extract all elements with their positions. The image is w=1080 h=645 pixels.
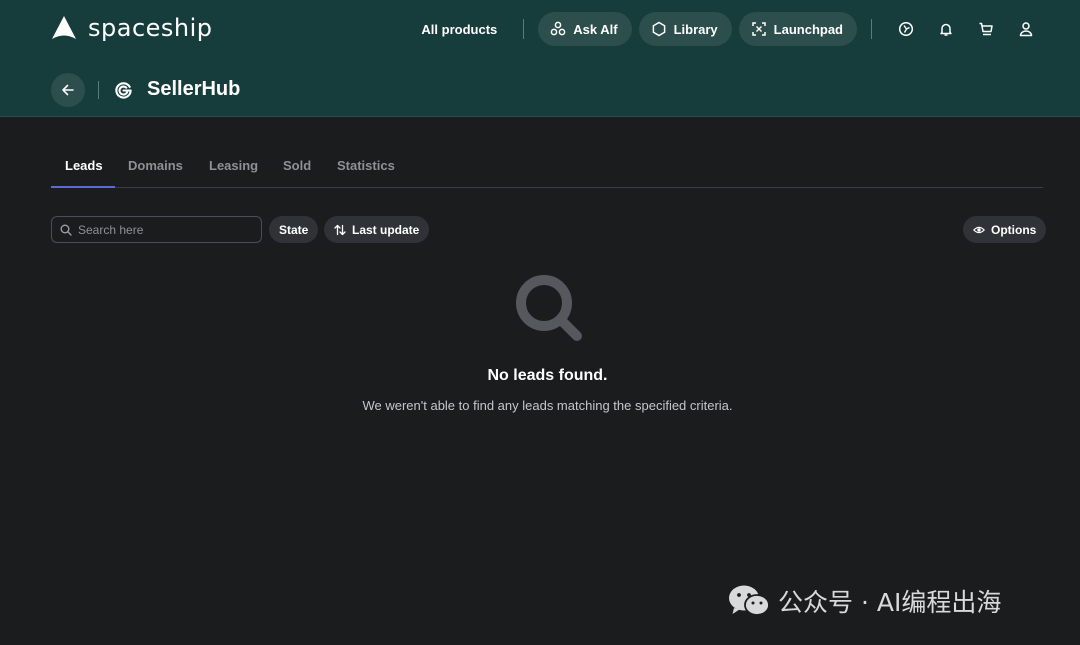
all-products-link[interactable]: All products [421, 22, 497, 37]
compass-icon [898, 21, 914, 37]
sort-arrows-icon [334, 224, 346, 235]
state-filter-button[interactable]: State [269, 216, 319, 243]
state-filter-label: State [279, 222, 309, 237]
page-title: SellerHub [147, 78, 241, 100]
watermark-text: 公众号 · AI编程出海 [778, 588, 1002, 617]
options-button[interactable]: Options [963, 216, 1047, 243]
empty-state-title: No leads found. [487, 367, 608, 384]
sort-last-update-button[interactable]: Last update [324, 216, 430, 243]
launchpad-icon [751, 22, 766, 36]
hexagon-icon [652, 21, 665, 37]
tab-leads[interactable]: Leads [65, 158, 103, 173]
page-header: SellerHub [0, 60, 1080, 117]
tab-statistics[interactable]: Statistics [337, 158, 395, 173]
brand-name: spaceship [88, 14, 213, 42]
tab-bar: Leads Domains Leasing Sold Statistics [51, 150, 1043, 188]
account-button[interactable] [1006, 12, 1046, 46]
notifications-button[interactable] [926, 12, 966, 46]
search-input[interactable] [78, 222, 248, 237]
user-icon [1019, 22, 1033, 37]
tab-leasing[interactable]: Leasing [209, 158, 258, 173]
library-button[interactable]: Library [638, 12, 732, 46]
watermark: 公众号 · AI编程出海 [728, 583, 1001, 619]
nav-divider [871, 19, 872, 39]
search-icon [60, 224, 72, 236]
active-tab-indicator [51, 186, 115, 188]
top-nav: All products Ask Alf Library Launchpad [421, 12, 1046, 46]
app-header: spaceship All products Ask Alf Library L… [0, 0, 1080, 117]
spaceship-logo-icon [52, 16, 76, 39]
arrow-left-icon [62, 84, 74, 96]
options-label: Options [991, 222, 1037, 237]
back-button[interactable] [51, 73, 85, 107]
bell-icon [940, 23, 952, 36]
cart-icon [979, 22, 993, 36]
wechat-icon [729, 585, 770, 616]
launchpad-button[interactable]: Launchpad [738, 12, 857, 46]
ask-alf-label: Ask Alf [573, 21, 618, 37]
tab-sold[interactable]: Sold [283, 158, 311, 173]
launchpad-label: Launchpad [773, 21, 843, 37]
sellerhub-icon [115, 82, 132, 99]
nav-divider [523, 19, 525, 39]
tab-domains[interactable]: Domains [128, 158, 183, 173]
ask-alf-button[interactable]: Ask Alf [538, 12, 632, 46]
cart-button[interactable] [966, 12, 1006, 46]
library-label: Library [673, 21, 718, 37]
eye-icon [973, 226, 985, 233]
compass-button[interactable] [886, 12, 926, 46]
ask-alf-icon [550, 21, 566, 36]
sort-label: Last update [352, 222, 420, 237]
brand-logo[interactable]: spaceship [50, 14, 213, 42]
magnifier-icon [516, 275, 582, 341]
search-box[interactable] [51, 216, 262, 243]
top-bar: spaceship All products Ask Alf Library L… [0, 0, 1080, 60]
header-divider [98, 81, 99, 99]
empty-state-description: We weren't able to find any leads matchi… [362, 398, 733, 413]
